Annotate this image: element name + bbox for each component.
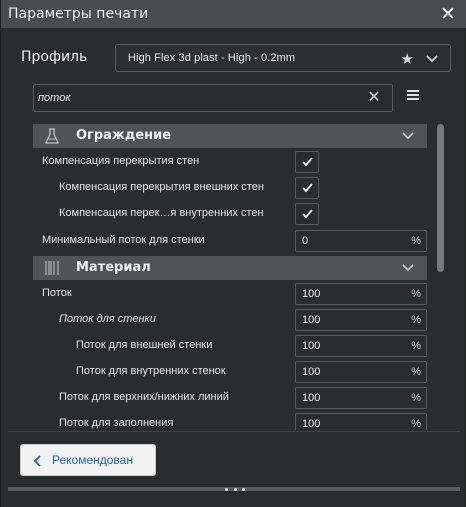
chevron-down-icon	[402, 132, 414, 140]
material-spool-icon	[45, 261, 59, 275]
setting-label: Компенсация перекрытия внешних стен	[59, 181, 264, 193]
setting-label: Минимальный поток для стенки	[42, 234, 205, 246]
clear-search-button[interactable]: ✕	[366, 89, 382, 105]
setting-unit: %	[411, 392, 421, 404]
recommended-button-label: Рекомендован	[52, 453, 133, 467]
setting-value: 100	[302, 366, 321, 378]
setting-row: Поток для внутренних стенок 100 %	[33, 359, 427, 385]
setting-row: Компенсация перек…я внутренних стен	[33, 201, 427, 227]
chevron-down-icon	[426, 55, 438, 63]
setting-label: Компенсация перекрытия стен	[42, 155, 200, 167]
chevron-down-icon	[402, 264, 414, 272]
setting-value: 100	[302, 418, 321, 430]
setting-value: 100	[302, 314, 321, 326]
setting-label: Поток для внутренних стенок	[76, 365, 226, 377]
checkmark-icon	[302, 157, 313, 167]
setting-value: 100	[302, 340, 321, 352]
setting-input[interactable]: 100 %	[295, 335, 427, 357]
search-input[interactable]	[36, 87, 356, 109]
category-label: Ограждение	[76, 128, 172, 143]
hamburger-icon	[407, 90, 419, 92]
setting-value: 100	[302, 288, 321, 300]
clear-icon: ✕	[367, 87, 381, 106]
setting-row: Поток 100 %	[33, 281, 427, 307]
setting-label: Поток для верхних/нижних линий	[59, 391, 229, 403]
setting-input[interactable]: 100 %	[295, 361, 427, 383]
checkmark-icon	[302, 183, 313, 193]
setting-row: Поток для верхних/нижних линий 100 %	[33, 385, 427, 411]
setting-row: Поток для внешней стенки 100 %	[33, 333, 427, 359]
print-settings-panel: Параметры печати ✕ Профиль High Flex 3d …	[0, 0, 466, 507]
setting-value: 100	[302, 392, 321, 404]
setting-input[interactable]: 100 %	[295, 387, 427, 409]
setting-unit: %	[411, 366, 421, 378]
category-shell[interactable]: Ограждение	[33, 124, 427, 148]
setting-checkbox[interactable]	[295, 177, 319, 199]
title-bar: Параметры печати ✕	[1, 0, 466, 28]
footer-divider	[8, 431, 460, 432]
setting-unit: %	[411, 288, 421, 300]
setting-label: Компенсация перек…я внутренних стен	[59, 207, 264, 219]
setting-unit: %	[411, 340, 421, 352]
setting-input[interactable]: 0 %	[295, 230, 427, 252]
profile-selector[interactable]: High Flex 3d plast - High - 0.2mm ★	[115, 44, 451, 72]
setting-unit: %	[411, 235, 421, 247]
star-icon[interactable]: ★	[401, 50, 414, 68]
drag-dot-icon	[225, 487, 228, 491]
setting-label: Поток для стенки	[59, 313, 156, 325]
setting-label: Поток для внешней стенки	[76, 339, 213, 351]
checkmark-icon	[302, 209, 313, 219]
setting-input[interactable]: 100 %	[295, 309, 427, 331]
setting-unit: %	[411, 314, 421, 326]
resize-handle[interactable]	[225, 485, 245, 493]
search-field[interactable]: ✕	[33, 84, 393, 112]
setting-checkbox[interactable]	[295, 203, 319, 225]
setting-input[interactable]: 100 %	[295, 413, 427, 430]
profile-label: Профиль	[21, 49, 88, 65]
setting-value: 0	[302, 235, 309, 247]
recommended-mode-button[interactable]: Рекомендован	[20, 444, 156, 476]
settings-visibility-menu-button[interactable]	[405, 88, 421, 104]
setting-row: Поток для стенки 100 %	[33, 307, 427, 333]
category-label: Материал	[76, 260, 151, 275]
close-icon: ✕	[440, 3, 456, 25]
setting-row: Минимальный поток для стенки 0 %	[33, 228, 427, 254]
scrollbar-thumb[interactable]	[437, 124, 444, 272]
profile-value: High Flex 3d plast - High - 0.2mm	[128, 52, 296, 64]
setting-unit: %	[411, 418, 421, 430]
setting-row: Компенсация перекрытия стен	[33, 149, 427, 175]
setting-row: Компенсация перекрытия внешних стен	[33, 175, 427, 201]
settings-list: Ограждение Компенсация перекрытия стен К…	[33, 124, 427, 430]
chevron-left-icon	[33, 455, 41, 467]
setting-label: Поток	[42, 287, 72, 299]
close-button[interactable]: ✕	[438, 3, 458, 25]
category-material[interactable]: Материал	[33, 256, 427, 280]
panel-title: Параметры печати	[8, 6, 149, 22]
setting-input[interactable]: 100 %	[295, 283, 427, 305]
setting-checkbox[interactable]	[295, 151, 319, 173]
wall-shell-icon	[45, 128, 59, 144]
setting-label: Поток для заполнения	[59, 417, 174, 429]
setting-row: Поток для заполнения 100 %	[33, 411, 427, 430]
settings-scrollbar[interactable]	[436, 124, 444, 430]
